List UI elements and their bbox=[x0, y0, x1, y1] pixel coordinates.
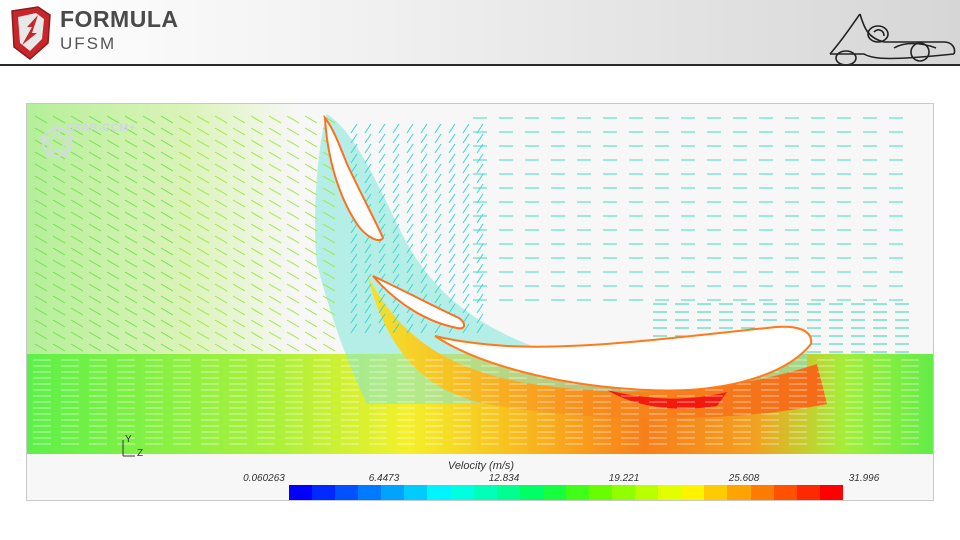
race-car-outline-icon bbox=[829, 13, 956, 66]
colorbar-swatch bbox=[473, 485, 497, 500]
colorbar-swatch bbox=[381, 485, 405, 500]
colorbar-swatch bbox=[565, 485, 590, 500]
colorbar-swatch bbox=[796, 485, 820, 500]
colorbar-swatch bbox=[404, 485, 428, 500]
legend-tick: 31.996 bbox=[848, 473, 880, 484]
colorbar-swatch bbox=[519, 485, 543, 500]
axis-y-label: Y bbox=[125, 434, 132, 445]
colorbar-swatch bbox=[542, 485, 566, 500]
colorbar-swatch bbox=[358, 485, 382, 500]
colorbar-swatch bbox=[750, 485, 774, 500]
colorbar-swatch bbox=[658, 485, 682, 500]
brand-name: FORMULA bbox=[60, 6, 179, 32]
axis-z-label: Z bbox=[137, 448, 144, 459]
cfd-velocity-plot: STAR-CCM+ Y Z Velocity (m/s) 0.060263 6.… bbox=[26, 103, 934, 501]
legend-tick: 0.060263 bbox=[243, 473, 285, 484]
legend-title: Velocity (m/s) bbox=[447, 460, 515, 472]
legend-tick: 12.834 bbox=[488, 473, 520, 484]
colorbar-swatch bbox=[450, 485, 474, 500]
colorbar-swatch bbox=[727, 485, 751, 500]
colorbar-swatch bbox=[773, 485, 797, 500]
brand-block: FORMULA UFSM bbox=[60, 6, 179, 53]
header-divider bbox=[0, 64, 960, 66]
legend-tick: 19.221 bbox=[608, 473, 640, 484]
colorbar-swatch bbox=[635, 485, 659, 500]
colorbar-swatch bbox=[496, 485, 520, 500]
colorbar-swatch bbox=[335, 485, 359, 500]
shield-lightning-icon bbox=[11, 6, 51, 60]
velocity-field bbox=[27, 104, 933, 500]
colorbar-swatch bbox=[289, 485, 313, 500]
colorbar-swatch bbox=[427, 485, 451, 500]
colorbar-swatch bbox=[681, 485, 705, 500]
velocity-colorbar bbox=[289, 485, 843, 500]
watermark-text: STAR-CCM+ bbox=[67, 122, 136, 134]
colorbar-swatch bbox=[612, 485, 636, 500]
header-bar: FORMULA UFSM bbox=[0, 0, 960, 66]
legend-ticks: 0.060263 6.4473 12.834 19.221 25.608 31.… bbox=[243, 473, 879, 485]
colorbar-swatch bbox=[819, 485, 843, 500]
legend-tick: 25.608 bbox=[728, 473, 760, 484]
colorbar-swatch bbox=[704, 485, 728, 500]
brand-subtitle: UFSM bbox=[60, 34, 117, 53]
colorbar-swatch bbox=[589, 485, 613, 500]
axis-triad-icon bbox=[122, 440, 135, 457]
legend-tick: 6.4473 bbox=[368, 473, 400, 484]
colorbar-swatch bbox=[312, 485, 336, 500]
